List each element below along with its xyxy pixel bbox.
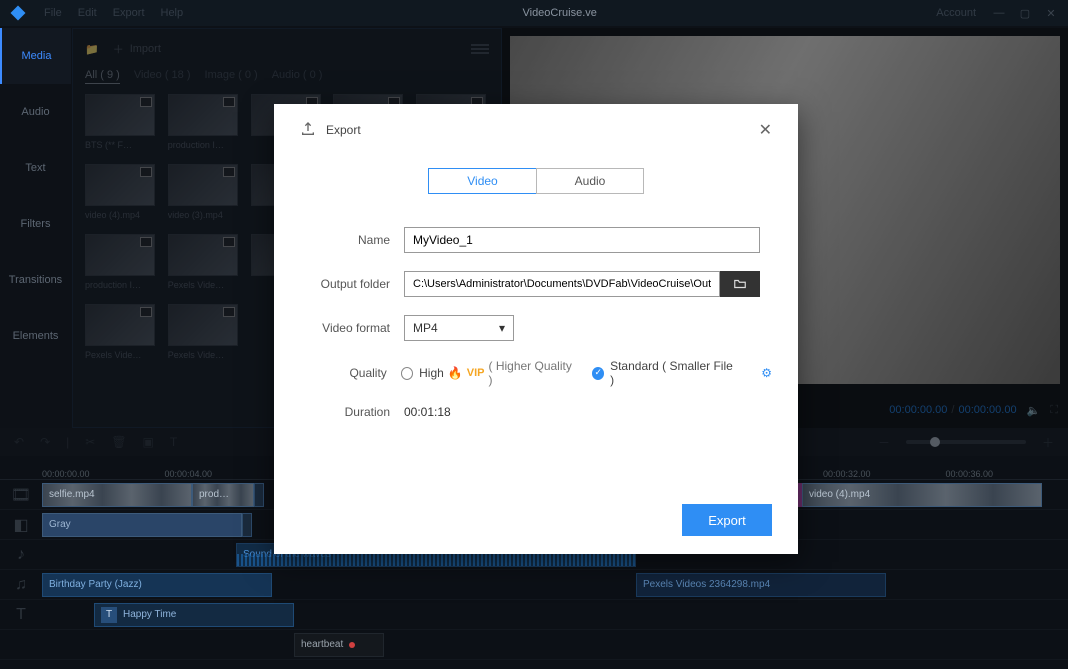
export-type-tabs: Video Audio [428,168,644,194]
quality-settings-icon[interactable]: ⚙ [761,366,772,380]
name-label: Name [300,233,404,247]
media-tab-video[interactable]: Video ( 18 ) [134,69,191,84]
clip-music-pexels[interactable]: Pexels Videos 2364298.mp4 [636,573,886,597]
video-format-select[interactable]: MP4 ▾ [404,315,514,341]
duration-label: Duration [300,405,404,419]
track-video-head-icon[interactable]: 🎞 [0,485,42,505]
clip-heartbeat[interactable]: heartbeat [294,633,384,657]
category-sidebar: Media Audio Text Filters Transitions Ele… [0,28,72,428]
duration-value: 00:01:18 [404,405,451,419]
menu-export[interactable]: Export [105,7,153,19]
import-button[interactable]: ＋Import [113,37,161,61]
export-dialog-title: Export [326,123,361,137]
export-dialog: Export ✕ Video Audio Name Output folder … [274,104,798,554]
import-folder-icon[interactable]: 📁 [85,43,99,56]
media-thumb[interactable]: Pexels Vide… [168,234,238,290]
export-button[interactable]: Export [682,504,772,536]
list-view-icon[interactable] [471,42,489,56]
menu-help[interactable]: Help [153,7,192,19]
radio-unchecked-icon [401,367,413,380]
clip-video-1[interactable]: selfie.mp4 [42,483,192,507]
media-thumb[interactable]: Pexels Vide… [168,304,238,360]
menu-edit[interactable]: Edit [70,7,105,19]
quality-high-option[interactable]: High 🔥VIP ( Higher Quality ) [401,359,574,387]
flame-icon: 🔥 [448,366,463,380]
split-icon[interactable]: ✂ [85,435,95,449]
clip-video-2[interactable]: prod… [192,483,254,507]
sidebar-tab-filters[interactable]: Filters [0,196,71,252]
sidebar-tab-text[interactable]: Text [0,140,71,196]
clip-video-3[interactable]: video (4).mp4 [802,483,1042,507]
app-logo-icon [6,1,30,25]
browse-folder-button[interactable] [720,271,760,297]
volume-icon[interactable]: 🔈 [1027,404,1041,417]
export-icon [300,121,316,140]
fullscreen-icon[interactable]: ⛶ [1050,404,1058,417]
zoom-in-icon[interactable]: ＋ [1042,434,1054,451]
clip-music-jazz[interactable]: Birthday Party (Jazz) [42,573,272,597]
track-text-head-icon[interactable]: T [0,606,42,624]
chevron-down-icon: ▾ [499,321,505,335]
track-filter-head-icon[interactable]: ◧ [0,515,42,535]
quality-label: Quality [300,366,401,380]
media-thumb[interactable]: BTS (** F… [85,94,155,150]
output-folder-label: Output folder [300,277,404,291]
export-tab-video[interactable]: Video [428,168,536,194]
close-dialog-icon[interactable]: ✕ [759,120,772,140]
track-music-head-icon[interactable]: ♫ [0,576,42,594]
track-music[interactable]: ♫ Birthday Party (Jazz) Pexels Videos 23… [0,570,1068,600]
track-text[interactable]: T T Happy Time [0,600,1068,630]
sidebar-tab-transitions[interactable]: Transitions [0,252,71,308]
name-input[interactable] [404,227,760,253]
quality-standard-option[interactable]: Standard ( Smaller File ) [592,359,736,387]
trim-handle-icon[interactable] [254,483,264,507]
menu-bar: File Edit Export Help VideoCruise.ve Acc… [0,0,1068,26]
window-title: VideoCruise.ve [191,7,928,19]
media-thumb[interactable]: Pexels Vide… [85,304,155,360]
close-window-icon[interactable]: ✕ [1040,6,1062,20]
media-thumb[interactable]: video (4).mp4 [85,164,155,220]
radio-checked-icon [592,367,605,380]
export-tab-audio[interactable]: Audio [536,168,644,194]
zoom-slider[interactable] [906,440,1026,444]
text-badge-icon: T [101,607,117,623]
trim-handle-icon[interactable] [242,513,252,537]
menu-file[interactable]: File [36,7,70,19]
sidebar-tab-media[interactable]: Media [0,28,71,84]
media-thumb[interactable]: production I… [85,234,155,290]
media-tab-all[interactable]: All ( 9 ) [85,69,120,84]
video-format-label: Video format [300,321,404,335]
timecode-display: 00:00:00.00/00:00:00.00 [889,404,1016,416]
text-icon[interactable]: T [170,435,177,449]
output-folder-input[interactable] [404,271,720,297]
media-tab-audio[interactable]: Audio ( 0 ) [272,69,323,84]
undo-icon[interactable]: ↶ [14,435,24,449]
media-tab-image[interactable]: Image ( 0 ) [205,69,258,84]
crop-icon[interactable]: ▣ [143,435,154,449]
sidebar-tab-elements[interactable]: Elements [0,308,71,364]
record-dot-icon [349,642,355,648]
account-link[interactable]: Account [928,7,984,19]
media-thumb[interactable]: production I… [168,94,238,150]
clip-text-happy[interactable]: T Happy Time [94,603,294,627]
zoom-out-icon[interactable]: － [878,434,890,451]
maximize-icon[interactable]: ▢ [1014,6,1036,20]
track-extra[interactable]: heartbeat [0,630,1068,660]
media-filter-tabs: All ( 9 ) Video ( 18 ) Image ( 0 ) Audio… [85,69,489,84]
media-thumb[interactable]: video (3).mp4 [168,164,238,220]
delete-icon[interactable]: 🗑 [111,435,126,449]
minimize-icon[interactable]: — [988,6,1010,20]
sidebar-tab-audio[interactable]: Audio [0,84,71,140]
clip-filter-gray[interactable]: Gray [42,513,242,537]
redo-icon[interactable]: ↷ [40,435,50,449]
track-audio-head-icon[interactable]: ♪ [0,546,42,564]
